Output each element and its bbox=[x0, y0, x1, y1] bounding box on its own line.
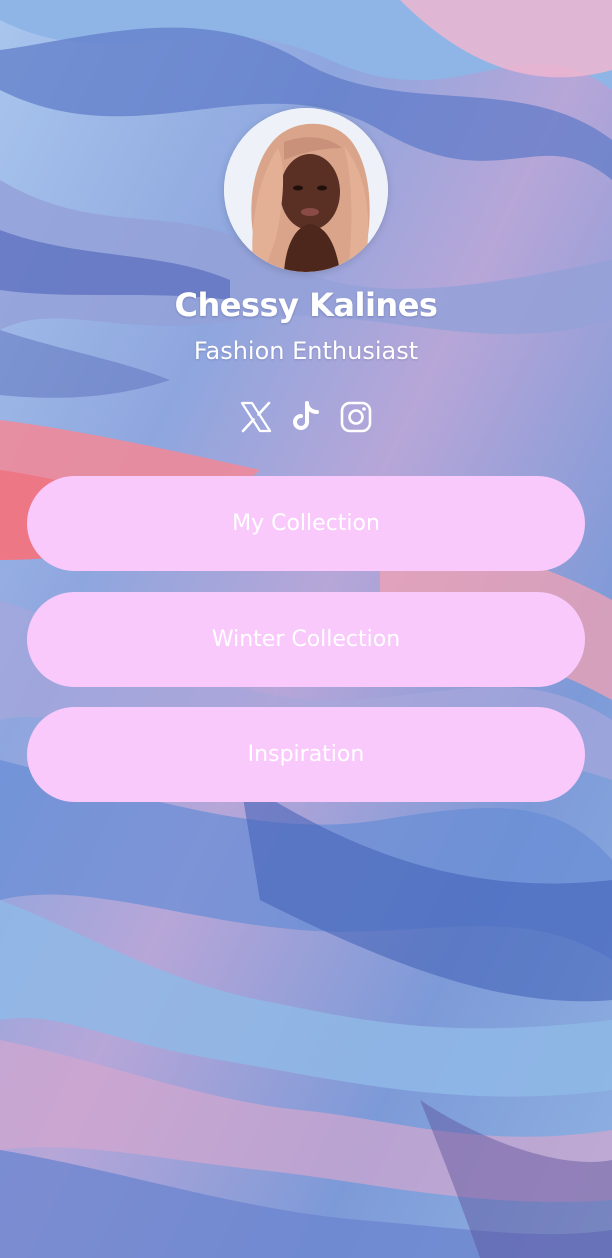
profile-name: Chessy Kalines bbox=[174, 286, 438, 324]
tiktok-link[interactable] bbox=[288, 399, 324, 435]
instagram-link[interactable] bbox=[338, 399, 374, 435]
tiktok-icon bbox=[293, 401, 319, 430]
x-link[interactable] bbox=[238, 399, 274, 435]
profile-photo bbox=[224, 108, 388, 272]
social-links bbox=[0, 399, 612, 437]
link-label: Winter Collection bbox=[211, 627, 401, 652]
x-icon bbox=[240, 401, 272, 433]
profile-tagline: Fashion Enthusiast bbox=[193, 337, 419, 365]
link-button-inspiration[interactable]: Inspiration bbox=[27, 707, 585, 802]
link-label: Inspiration bbox=[247, 742, 365, 767]
avatar bbox=[224, 108, 388, 272]
link-button-my-collection[interactable]: My Collection bbox=[27, 476, 585, 571]
link-label: My Collection bbox=[232, 511, 380, 536]
link-button-winter-collection[interactable]: Winter Collection bbox=[27, 592, 585, 687]
instagram-icon bbox=[340, 401, 372, 433]
